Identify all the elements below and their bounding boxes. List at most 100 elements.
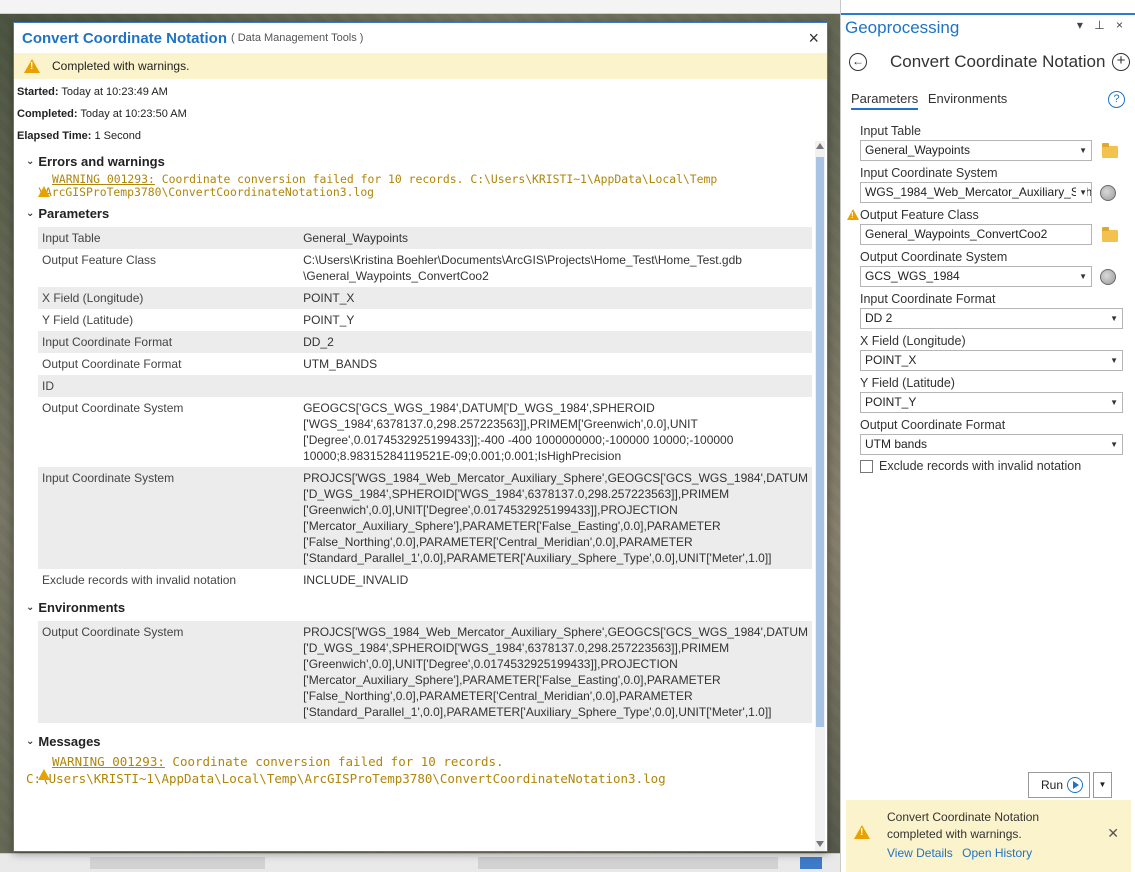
environments-table: Output Coordinate System PROJCS['WGS_1984… (38, 621, 812, 723)
run-button[interactable]: Run (1028, 772, 1090, 798)
tab-environments[interactable]: Environments (928, 91, 1007, 106)
parameters-section-header[interactable]: ⌄ Parameters (14, 203, 817, 225)
tool-name: Convert Coordinate Notation (890, 52, 1106, 71)
chevron-down-icon: ▼ (1110, 356, 1118, 365)
completion-banner: Convert Coordinate Notation completed wi… (846, 800, 1131, 872)
table-row: Output Feature Class C:\Users\Kristina Bo… (38, 249, 812, 287)
table-row: Input Table General_Waypoints (38, 227, 812, 249)
output-fc-label: Output Feature Class (860, 208, 979, 222)
param-value: PROJCS['WGS_1984_Web_Mercator_Auxiliary_… (299, 467, 812, 569)
y-field-select[interactable]: POINT_Y ▼ (860, 392, 1123, 413)
scroll-down-icon[interactable] (816, 841, 824, 847)
dialog-scrollbar[interactable] (815, 141, 825, 851)
x-field-label: X Field (Longitude) (860, 334, 966, 348)
input-format-label: Input Coordinate Format (860, 292, 996, 306)
open-history-link[interactable]: Open History (962, 846, 1032, 860)
message-code-link[interactable]: WARNING 001293: (52, 754, 165, 769)
table-row: Exclude records with invalid notation INC… (38, 569, 812, 591)
exclude-invalid-checkbox[interactable] (860, 460, 873, 473)
param-name: Output Feature Class (42, 253, 157, 267)
completion-links: View Details Open History (887, 846, 1038, 860)
elapsed-row: Elapsed Time: 1 Second (17, 130, 141, 142)
table-row: ID (38, 375, 812, 397)
play-icon (1067, 777, 1083, 793)
param-name: Input Coordinate Format (38, 331, 300, 353)
tab-parameters[interactable]: Parameters (851, 91, 919, 110)
warning-icon (38, 754, 50, 780)
chevron-down-icon: ▼ (1079, 272, 1087, 281)
back-arrow-icon[interactable]: ← (849, 53, 867, 71)
input-cs-select[interactable]: WGS_1984_Web_Mercator_Auxiliary_Sphe ▼ (860, 182, 1092, 203)
parameters-table: Input Table General_Waypoints Output Featu… (38, 227, 812, 591)
output-format-label: Output Coordinate Format (860, 418, 1006, 432)
geoprocessing-pane: Geoprocessing ▾ ⊥ × ← Convert Coordinate… (840, 0, 1135, 872)
chevron-down-icon: ⌄ (26, 156, 35, 167)
errors-warning: WARNING 001293: Coordinate conversion fa… (14, 172, 817, 199)
output-cs-label: Output Coordinate System (860, 250, 1008, 264)
messages-warning: WARNING 001293: Coordinate conversion fa… (14, 753, 817, 780)
table-row: Output Coordinate System PROJCS['WGS_1984… (38, 621, 812, 723)
param-value: GEOGCS['GCS_WGS_1984',DATUM['D_WGS_1984'… (303, 401, 734, 463)
close-icon[interactable]: ✕ (1107, 825, 1119, 842)
param-name: Input Table (38, 227, 300, 249)
output-cs-select[interactable]: GCS_WGS_1984 ▼ (860, 266, 1092, 287)
dialog-subtitle: ( Data Management Tools ) (231, 32, 364, 44)
param-name: Output Coordinate System (38, 621, 300, 723)
started-row: Started: Today at 10:23:49 AM (17, 86, 168, 98)
add-icon[interactable]: + (1112, 53, 1130, 71)
app-top-strip (0, 0, 840, 14)
dialog-body: Started: Today at 10:23:49 AM Completed:… (14, 79, 817, 851)
folder-icon[interactable] (1102, 143, 1118, 158)
param-value: UTM_BANDS (303, 357, 378, 371)
param-name: Output Coordinate System (42, 401, 184, 415)
globe-icon[interactable] (1100, 185, 1116, 201)
view-details-link[interactable]: View Details (887, 846, 953, 860)
param-value: C:\Users\Kristina Boehler\Documents\ArcG… (303, 253, 742, 283)
map-status-bar (0, 853, 840, 872)
scrollbar-thumb[interactable] (816, 157, 824, 727)
chevron-down-icon: ▼ (1110, 440, 1118, 449)
input-table-select[interactable]: General_Waypoints ▼ (860, 140, 1092, 161)
warning-icon (847, 209, 859, 220)
input-cs-label: Input Coordinate System (860, 166, 998, 180)
warning-icon (854, 825, 870, 839)
x-field-select[interactable]: POINT_X ▼ (860, 350, 1123, 371)
output-fc-field[interactable]: General_Waypoints_ConvertCoo2 (860, 224, 1092, 245)
scroll-up-icon[interactable] (816, 143, 824, 149)
close-icon[interactable]: × (808, 29, 819, 47)
warning-icon (38, 172, 50, 197)
table-row: Y Field (Latitude) POINT_Y (38, 309, 812, 331)
warning-code-link[interactable]: WARNING 001293: (52, 172, 155, 186)
environments-section-header[interactable]: ⌄ Environments (14, 597, 817, 619)
exclude-invalid-label: Exclude records with invalid notation (879, 459, 1082, 473)
param-name: X Field (Longitude) (38, 287, 300, 309)
output-format-select[interactable]: UTM bands ▼ (860, 434, 1123, 455)
tool-details-dialog: Convert Coordinate Notation ( Data Manag… (13, 22, 828, 852)
param-name: ID (38, 375, 300, 397)
globe-icon[interactable] (1100, 269, 1116, 285)
param-name: Input Coordinate System (38, 467, 300, 569)
messages-section-header[interactable]: ⌄ Messages (14, 731, 817, 753)
param-name: Y Field (Latitude) (42, 313, 134, 327)
status-text: Completed with warnings. (52, 59, 190, 73)
pane-controls[interactable]: ▾ ⊥ × (1077, 18, 1127, 32)
table-row: X Field (Longitude) POINT_X (38, 287, 812, 309)
param-value: POINT_X (299, 287, 812, 309)
table-row: Output Coordinate Format UTM_BANDS (38, 353, 812, 375)
chevron-down-icon: ▼ (1079, 146, 1087, 155)
folder-icon[interactable] (1102, 227, 1118, 242)
completion-message: Convert Coordinate Notation completed wi… (887, 810, 1040, 841)
help-icon[interactable]: ? (1108, 91, 1125, 108)
input-format-select[interactable]: DD 2 ▼ (860, 308, 1123, 329)
chevron-down-icon: ▼ (1110, 398, 1118, 407)
param-value (299, 375, 812, 397)
table-row: Input Coordinate System PROJCS['WGS_1984_… (38, 467, 812, 569)
completed-row: Completed: Today at 10:23:50 AM (17, 108, 187, 120)
chevron-down-icon: ⌄ (26, 208, 35, 219)
dialog-title: Convert Coordinate Notation (22, 29, 227, 47)
y-field-label: Y Field (Latitude) (860, 376, 955, 390)
pane-title: Geoprocessing (845, 18, 960, 37)
errors-section-header[interactable]: ⌄ Errors and warnings (14, 151, 817, 173)
param-name: Exclude records with invalid notation (42, 573, 237, 587)
run-options-dropdown[interactable]: ▼ (1093, 772, 1112, 798)
